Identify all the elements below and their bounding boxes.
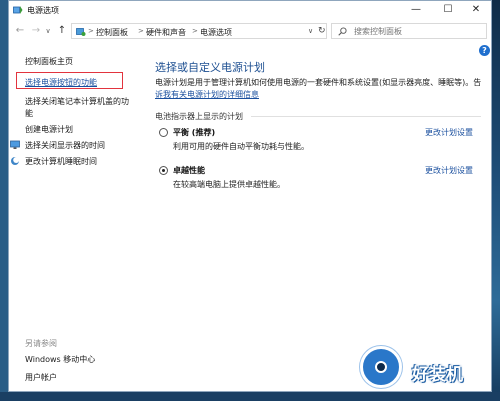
section-heading: 电池指示器上显示的计划 — [155, 112, 243, 121]
title-bar: 电源选项 — ☐ ✕ — [9, 1, 491, 19]
search-box[interactable] — [331, 23, 487, 39]
search-input[interactable] — [354, 25, 482, 37]
window-title: 电源选项 — [27, 6, 59, 15]
watermark-text: 好装机 — [412, 365, 463, 385]
breadcrumb-power-options[interactable]: 电源选项 — [200, 27, 232, 38]
plan-balanced-radio[interactable] — [159, 128, 168, 137]
breadcrumb-separator: > — [192, 27, 198, 35]
address-dropdown-button[interactable]: ∨ — [308, 27, 313, 35]
back-button[interactable]: ← — [13, 23, 27, 39]
plan-ultimate-name[interactable]: 卓越性能 — [173, 165, 205, 176]
plan-balanced-name[interactable]: 平衡 (推荐) — [173, 127, 215, 138]
sidebar-control-panel-home[interactable]: 控制面板主页 — [25, 56, 73, 67]
page-title: 选择或自定义电源计划 — [155, 61, 265, 74]
control-panel-icon — [76, 28, 86, 36]
see-also-heading: 另请参阅 — [25, 339, 57, 348]
desktop-background-bottom — [0, 392, 500, 401]
recent-locations-button[interactable]: ∨ — [43, 23, 53, 39]
sidebar-choose-lid-close-cont[interactable]: 能 — [25, 108, 33, 119]
breadcrumb-control-panel[interactable]: 控制面板 — [96, 27, 128, 38]
sidebar-display-off-time[interactable]: 选择关闭显示器的时间 — [25, 140, 105, 151]
minimize-button[interactable]: — — [401, 1, 431, 19]
learn-more-link[interactable]: 诉我有关电源计划的详细信息 — [155, 89, 259, 100]
navigation-bar: ← → ∨ ↑ > 控制面板 > 硬件和声音 > 电源选项 ∨ ↻ — [9, 21, 491, 41]
plan-ultimate-change-settings[interactable]: 更改计划设置 — [425, 165, 473, 176]
address-bar[interactable]: > 控制面板 > 硬件和声音 > 电源选项 ∨ ↻ — [71, 23, 327, 39]
section-divider — [251, 116, 481, 117]
up-button[interactable]: ↑ — [55, 23, 69, 39]
sidebar-choose-lid-close[interactable]: 选择关闭笔记本计算机盖的功 — [25, 96, 129, 107]
maximize-button[interactable]: ☐ — [433, 1, 463, 19]
watermark-logo-icon — [360, 346, 402, 388]
plan-ultimate-description: 在较高端电脑上提供卓越性能。 — [173, 180, 285, 189]
close-button[interactable]: ✕ — [461, 1, 491, 19]
sidebar-windows-mobility-center[interactable]: Windows 移动中心 — [25, 354, 95, 365]
forward-button[interactable]: → — [29, 23, 43, 39]
page-description: 电源计划是用于管理计算机如何使用电源的一套硬件和系统设置(如显示器亮度、睡眠等)… — [155, 78, 482, 87]
refresh-button[interactable]: ↻ — [318, 26, 326, 36]
desktop-background-left — [0, 0, 8, 401]
sidebar-sleep-time[interactable]: 更改计算机睡眠时间 — [25, 156, 97, 167]
sidebar-choose-power-button[interactable]: 选择电源按钮的功能 — [25, 77, 97, 88]
plan-ultimate-radio[interactable] — [159, 166, 168, 175]
watermark-logo-center — [375, 361, 387, 373]
breadcrumb-hardware-sound[interactable]: 硬件和声音 — [146, 27, 186, 38]
display-icon — [10, 140, 20, 149]
sidebar-user-accounts[interactable]: 用户帐户 — [25, 372, 57, 383]
power-options-window: 电源选项 — ☐ ✕ ← → ∨ ↑ > 控制面板 > 硬件和声音 > 电源选项… — [8, 0, 492, 392]
power-options-icon — [13, 6, 23, 14]
desktop-background-right — [492, 0, 500, 401]
plan-balanced-change-settings[interactable]: 更改计划设置 — [425, 127, 473, 138]
help-button[interactable]: ? — [479, 45, 490, 56]
plan-balanced-description: 利用可用的硬件自动平衡功耗与性能。 — [173, 142, 309, 151]
search-icon — [338, 27, 347, 36]
sleep-icon — [11, 157, 20, 165]
sidebar-create-power-plan[interactable]: 创建电源计划 — [25, 124, 73, 135]
breadcrumb-separator: > — [88, 27, 94, 35]
breadcrumb-separator: > — [138, 27, 144, 35]
